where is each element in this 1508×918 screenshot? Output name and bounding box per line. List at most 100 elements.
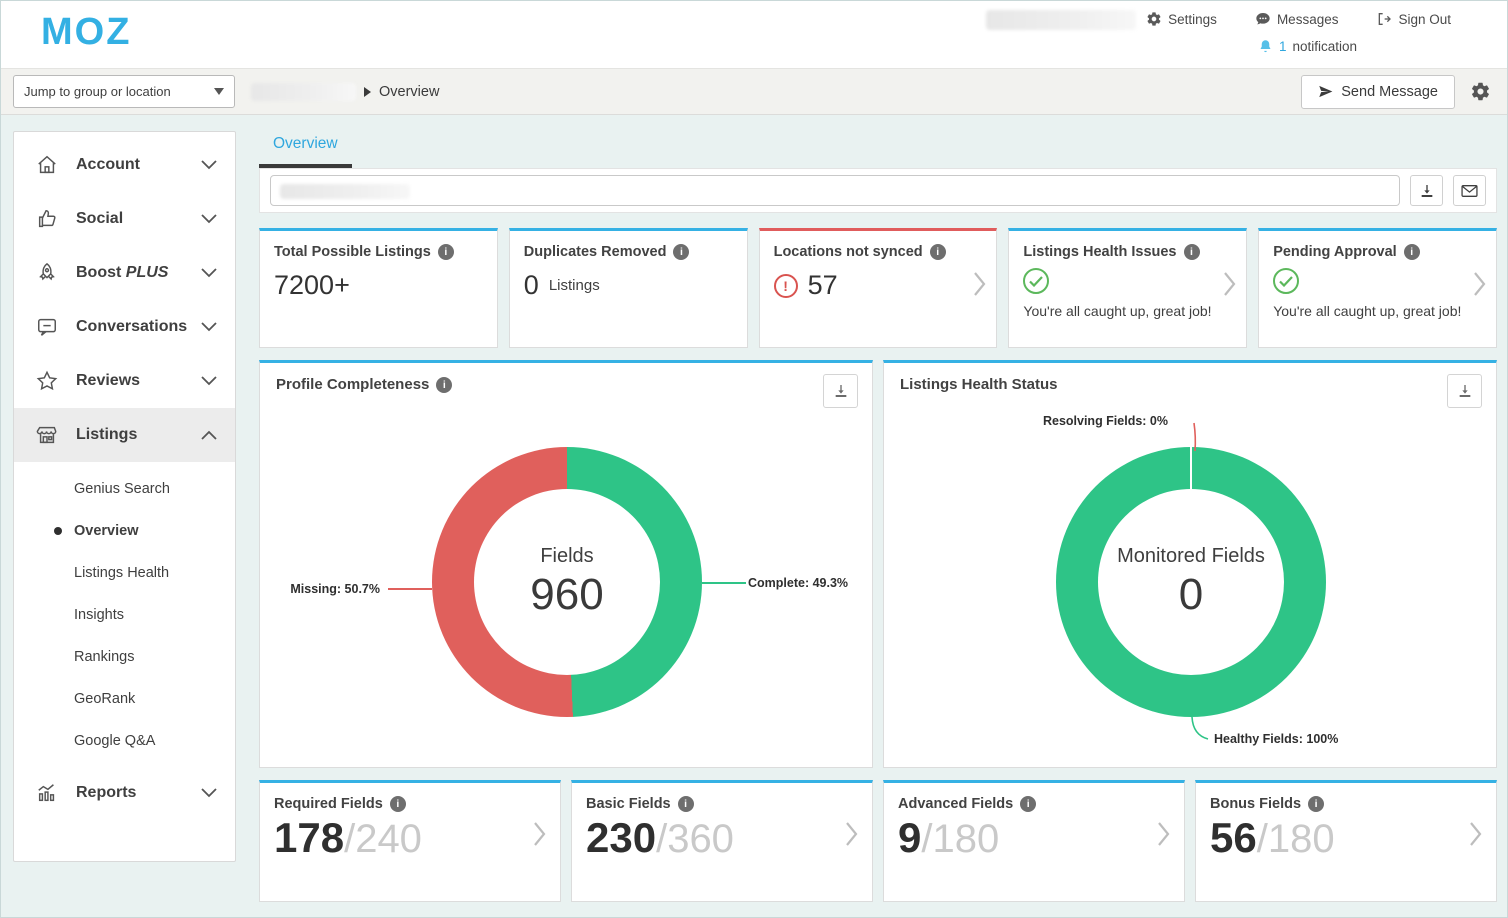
chevron-down-icon: [201, 376, 217, 386]
card-advanced-fields[interactable]: Advanced Fields i 9/180: [883, 780, 1185, 902]
paper-plane-icon: [1318, 84, 1333, 99]
settings-link[interactable]: Settings: [1146, 11, 1217, 27]
info-icon[interactable]: i: [1184, 244, 1200, 260]
sidebar-item-label: Conversations: [76, 318, 201, 336]
chevron-right-icon: [533, 821, 546, 847]
card-listings-health-issues[interactable]: Listings Health Issues i You're all caug…: [1008, 228, 1247, 348]
active-dot: [54, 527, 62, 535]
send-message-label: Send Message: [1341, 84, 1438, 100]
page-settings-gear-icon[interactable]: [1470, 81, 1491, 102]
donut-center-label: Fields: [540, 545, 593, 568]
sidebar-subitem-insights[interactable]: Insights: [14, 594, 235, 636]
gear-icon: [1146, 11, 1162, 27]
card-title: Pending Approval: [1273, 244, 1397, 260]
missing-leader-line: [388, 588, 432, 590]
sub-bar: Jump to group or location Overview Send …: [1, 68, 1507, 115]
sidebar-subitem-georank[interactable]: GeoRank: [14, 678, 235, 720]
chart-title: Listings Health Status: [900, 376, 1058, 393]
card-required-fields[interactable]: Required Fields i 178/240: [259, 780, 561, 902]
listings-submenu: Genius Search Overview Listings Health I…: [14, 462, 235, 766]
main-panel: Overview Total Possible Listings i 7200+: [259, 115, 1497, 902]
card-bonus-fields[interactable]: Bonus Fields i 56/180: [1195, 780, 1497, 902]
content-area: Account Social Boost PLUS Conversations: [1, 115, 1507, 917]
download-icon: [833, 383, 849, 399]
location-filter-input[interactable]: [270, 175, 1400, 206]
sidebar-subitem-genius-search[interactable]: Genius Search: [14, 468, 235, 510]
sidebar-item-boost[interactable]: Boost PLUS: [14, 246, 235, 300]
send-message-button[interactable]: Send Message: [1301, 75, 1455, 109]
envelope-icon: [1461, 184, 1478, 198]
card-title: Advanced Fields: [898, 796, 1013, 812]
field-value: 230: [586, 814, 656, 862]
sidebar-item-reports[interactable]: Reports: [14, 766, 235, 820]
alert-icon: !: [774, 274, 798, 298]
sidebar-item-listings[interactable]: Listings: [14, 408, 235, 462]
card-title: Duplicates Removed: [524, 244, 667, 260]
redacted-location-name: [251, 83, 356, 101]
sidebar-subitem-listings-health[interactable]: Listings Health: [14, 552, 235, 594]
donut-center-label: Monitored Fields: [1117, 545, 1265, 568]
sidebar-item-reviews[interactable]: Reviews: [14, 354, 235, 408]
caret-down-icon: [214, 88, 224, 95]
stat-card-row: Total Possible Listings i 7200+ Duplicat…: [259, 228, 1497, 348]
resolving-annotation: Resolving Fields: 0%: [1043, 414, 1168, 428]
info-icon[interactable]: i: [1020, 796, 1036, 812]
chart-download-button[interactable]: [823, 374, 858, 408]
card-title: Required Fields: [274, 796, 383, 812]
card-duplicates-removed: Duplicates Removed i 0Listings: [509, 228, 748, 348]
sidebar-item-label: Account: [76, 156, 201, 174]
field-value: 56: [1210, 814, 1257, 862]
sign-out-link[interactable]: Sign Out: [1376, 11, 1451, 27]
chevron-right-icon: [1223, 271, 1236, 297]
info-icon[interactable]: i: [673, 244, 689, 260]
field-total: /240: [344, 817, 422, 862]
info-icon[interactable]: i: [1308, 796, 1324, 812]
chevron-right-icon: [973, 271, 986, 297]
card-pending-approval[interactable]: Pending Approval i You're all caught up,…: [1258, 228, 1497, 348]
storefront-icon: [36, 424, 60, 446]
sidebar-subitem-google-qa[interactable]: Google Q&A: [14, 720, 235, 762]
breadcrumb-arrow-icon: [364, 87, 371, 97]
messages-link[interactable]: Messages: [1255, 11, 1339, 27]
card-total-possible-listings: Total Possible Listings i 7200+: [259, 228, 498, 348]
sidebar-subitem-rankings[interactable]: Rankings: [14, 636, 235, 678]
info-icon[interactable]: i: [390, 796, 406, 812]
email-button[interactable]: [1453, 175, 1486, 206]
sidebar-item-label: Listings: [76, 426, 201, 444]
sidebar-item-label: Reports: [76, 784, 201, 802]
chat-bubble-icon: [1255, 11, 1271, 27]
moz-logo[interactable]: MOZ: [41, 11, 131, 54]
notification-link[interactable]: 1 notification: [1258, 39, 1357, 54]
donut-center-value: 960: [530, 570, 603, 620]
info-icon[interactable]: i: [438, 244, 454, 260]
subitem-label: Rankings: [74, 649, 134, 665]
card-message: You're all caught up, great job!: [1023, 303, 1232, 319]
field-value: 178: [274, 814, 344, 862]
download-button[interactable]: [1410, 175, 1443, 206]
subitem-label: Listings Health: [74, 565, 169, 581]
card-locations-not-synced[interactable]: Locations not synced i !57: [759, 228, 998, 348]
info-icon[interactable]: i: [436, 377, 452, 393]
donut-center-value: 0: [1179, 570, 1203, 620]
info-icon[interactable]: i: [1404, 244, 1420, 260]
tab-overview[interactable]: Overview: [259, 135, 352, 168]
chart-download-button[interactable]: [1447, 374, 1482, 408]
sidebar-item-conversations[interactable]: Conversations: [14, 300, 235, 354]
rocket-icon: [36, 262, 60, 284]
check-icon: [1023, 268, 1049, 294]
star-icon: [36, 370, 60, 392]
sidebar-item-social[interactable]: Social: [14, 192, 235, 246]
jump-to-group-select[interactable]: Jump to group or location: [13, 75, 235, 108]
notification-count: 1: [1279, 39, 1287, 54]
listings-health-status-card: Listings Health Status Monitored Fields …: [883, 360, 1497, 768]
info-icon[interactable]: i: [678, 796, 694, 812]
chevron-right-icon: [1473, 271, 1486, 297]
chevron-down-icon: [201, 268, 217, 278]
sidebar-item-account[interactable]: Account: [14, 138, 235, 192]
sidebar-item-label: Reviews: [76, 372, 201, 390]
sidebar-subitem-overview[interactable]: Overview: [14, 510, 235, 552]
resolving-leader-line: [1180, 421, 1204, 453]
chat-square-icon: [36, 316, 60, 338]
info-icon[interactable]: i: [930, 244, 946, 260]
card-basic-fields[interactable]: Basic Fields i 230/360: [571, 780, 873, 902]
